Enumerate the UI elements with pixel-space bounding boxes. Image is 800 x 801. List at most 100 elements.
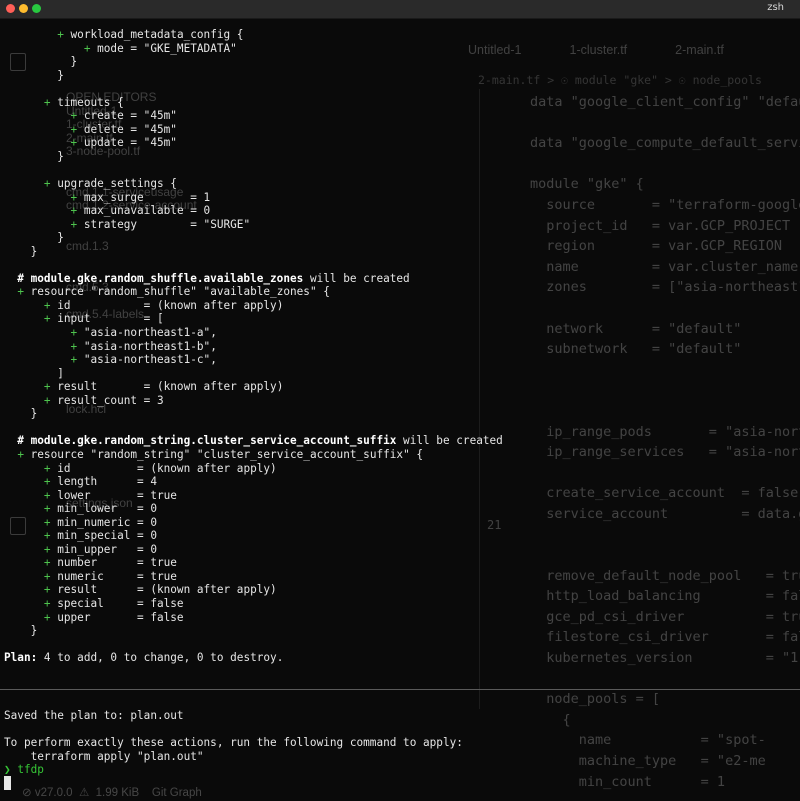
terminal-cursor — [4, 776, 11, 790]
terminal-footer: Saved the plan to: plan.out To perform e… — [4, 709, 463, 777]
terminal-text: will be created — [396, 434, 503, 448]
terminal-text: } — [4, 55, 78, 69]
minimize-window-button[interactable] — [19, 4, 28, 13]
terminal-line: Plan: 4 to add, 0 to change, 0 to destro… — [4, 651, 794, 665]
terminal-text: "asia-northeast1-b", — [83, 339, 217, 353]
terminal-text: } — [4, 624, 38, 638]
terminal-line: + "asia-northeast1-c", — [4, 353, 794, 367]
plus-marker: + — [70, 204, 84, 218]
plus-marker: + — [70, 109, 84, 123]
code-line: name = "spot- — [530, 732, 766, 749]
terminal-text: timeouts { — [57, 95, 124, 109]
plus-marker: + — [70, 136, 84, 150]
terminal-text: result = (known after apply) — [57, 583, 277, 597]
resource-header: # module.gke.random_string.cluster_servi… — [4, 434, 397, 448]
plus-marker: + — [43, 542, 58, 556]
plus-marker: + — [70, 217, 84, 231]
plus-marker: + — [43, 312, 58, 326]
resource-header: Plan: — [4, 651, 38, 665]
terminal-text: number = true — [57, 556, 177, 570]
terminal-text: workload_metadata_config { — [70, 28, 244, 41]
terminal-line: + upper = false — [4, 611, 794, 625]
terminal-line: + lower = true — [4, 489, 794, 503]
terminal-text: mode = "GKE_METADATA" — [97, 41, 237, 55]
plus-marker: + — [43, 556, 58, 570]
title-bar: zsh — [0, 0, 800, 19]
prompt-divider — [0, 689, 800, 690]
terminal-text: special = false — [57, 596, 184, 610]
terminal-text: numeric = true — [57, 569, 177, 583]
terminal-line: + length = 4 — [4, 475, 794, 489]
terminal-text: } — [4, 68, 64, 82]
terminal-line: + min_numeric = 0 — [4, 516, 794, 530]
zoom-window-button[interactable] — [32, 4, 41, 13]
terminal-line: + create = "45m" — [4, 109, 794, 123]
apply-instruction: To perform exactly these actions, run th… — [4, 736, 463, 750]
terminal-text: strategy = "SURGE" — [83, 217, 251, 231]
plus-marker: + — [70, 122, 84, 136]
terminal-line: # module.gke.random_string.cluster_servi… — [4, 434, 794, 448]
terminal-line: + max_surge = 1 — [4, 191, 794, 205]
terminal-text: max_surge = 1 — [83, 190, 211, 204]
terminal-text: update = "45m" — [83, 136, 177, 150]
terminal-line: + numeric = true — [4, 570, 794, 584]
plus-marker: + — [43, 488, 58, 502]
prompt-command[interactable]: tfdp — [17, 763, 44, 776]
terminal-text: lower = true — [57, 488, 177, 502]
terminal-line: + id = (known after apply) — [4, 462, 794, 476]
plus-marker: + — [43, 583, 58, 597]
plus-marker: + — [43, 610, 58, 624]
terminal-text: will be created — [303, 271, 410, 285]
terminal-text: 4 to add, 0 to change, 0 to destroy. — [37, 651, 284, 665]
terminal-line: + input = [ — [4, 312, 794, 326]
terminal-line: } — [4, 407, 794, 421]
terminal-line: ] — [4, 367, 794, 381]
resource-header: # module.gke.random_shuffle.available_zo… — [4, 271, 304, 285]
status-bar: ⊘ v27.0.0 ⚠ 1.99 KiB Git Graph — [22, 787, 202, 799]
terminal-text: create = "45m" — [83, 109, 177, 123]
terminal-text: resource "random_shuffle" "available_zon… — [30, 285, 330, 299]
close-window-button[interactable] — [6, 4, 15, 13]
terminal-text: "asia-northeast1-a", — [83, 326, 217, 340]
terminal-line: + delete = "45m" — [4, 123, 794, 137]
terminal-text: } — [4, 149, 64, 163]
terminal-text: result = (known after apply) — [57, 380, 284, 394]
terminal-text: upper = false — [57, 610, 184, 624]
terminal-text: } — [4, 244, 38, 258]
plus-marker: + — [70, 339, 84, 353]
code-line: machine_type = "e2-me — [530, 753, 766, 769]
prompt-line[interactable]: ❯ tfdp — [4, 763, 463, 777]
terminal-text: delete = "45m" — [83, 122, 177, 136]
terminal-line: + resource "random_shuffle" "available_z… — [4, 285, 794, 299]
plus-marker: + — [43, 95, 58, 109]
terminal-text: max_unavailable = 0 — [83, 204, 211, 218]
terminal-text: min_special = 0 — [57, 529, 157, 543]
terminal-text: min_numeric = 0 — [57, 515, 157, 529]
terminal-text: input = [ — [57, 312, 164, 326]
terminal-text: id = (known after apply) — [57, 461, 277, 475]
plus-marker: + — [57, 28, 71, 41]
terminal-line: + update = "45m" — [4, 136, 794, 150]
terminal-line: } — [4, 231, 794, 245]
